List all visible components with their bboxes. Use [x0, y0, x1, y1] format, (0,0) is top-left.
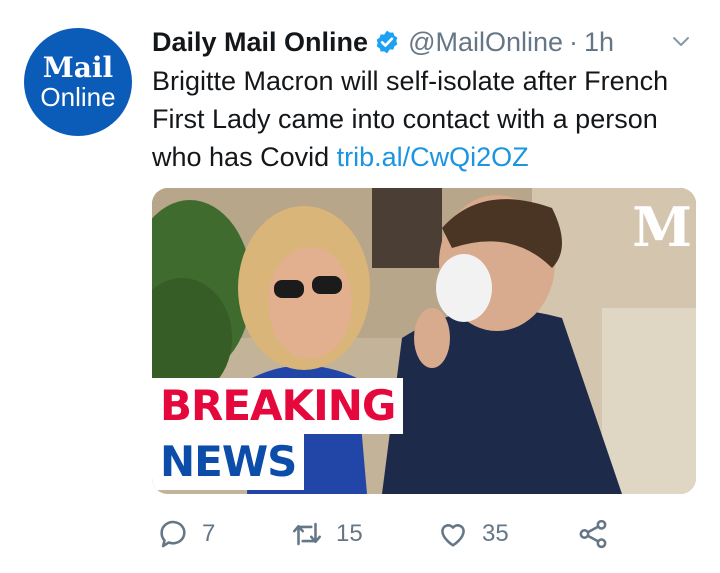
- tweet-actions: 7 15 35: [152, 512, 632, 556]
- retweet-count: 15: [336, 520, 363, 547]
- tweet-link[interactable]: trib.al/CwQi2OZ: [337, 142, 529, 172]
- breaking-label: BREAKING: [152, 378, 404, 434]
- heart-icon: [441, 524, 465, 547]
- tweet-media-image[interactable]: M BREAKING NEWS: [152, 188, 696, 494]
- news-label: NEWS: [152, 434, 305, 490]
- retweet-icon: [292, 522, 322, 546]
- chevron-down-icon[interactable]: [668, 30, 694, 54]
- avatar-brand-line1: Mail: [42, 51, 114, 84]
- display-name[interactable]: Daily Mail Online: [152, 27, 368, 58]
- retweet-button[interactable]: 15: [290, 517, 363, 551]
- tweet-header: Daily Mail Online @MailOnline · 1h: [152, 22, 694, 62]
- share-icon: [579, 519, 607, 549]
- separator-dot: ·: [569, 26, 579, 57]
- avatar[interactable]: Mail Online: [24, 28, 132, 136]
- like-button[interactable]: 35: [436, 517, 509, 551]
- reply-icon: [160, 520, 186, 548]
- timestamp[interactable]: 1h: [584, 27, 614, 58]
- handle[interactable]: @MailOnline: [408, 27, 563, 58]
- share-button[interactable]: [576, 517, 622, 551]
- like-count: 35: [482, 520, 509, 547]
- avatar-brand-line2: Online: [40, 82, 116, 112]
- dailymail-watermark-logo: M: [632, 195, 692, 259]
- reply-button[interactable]: 7: [156, 517, 215, 551]
- verified-badge-icon: [376, 30, 398, 54]
- reply-count: 7: [202, 520, 216, 547]
- tweet-text: Brigitte Macron will self-isolate after …: [152, 62, 700, 176]
